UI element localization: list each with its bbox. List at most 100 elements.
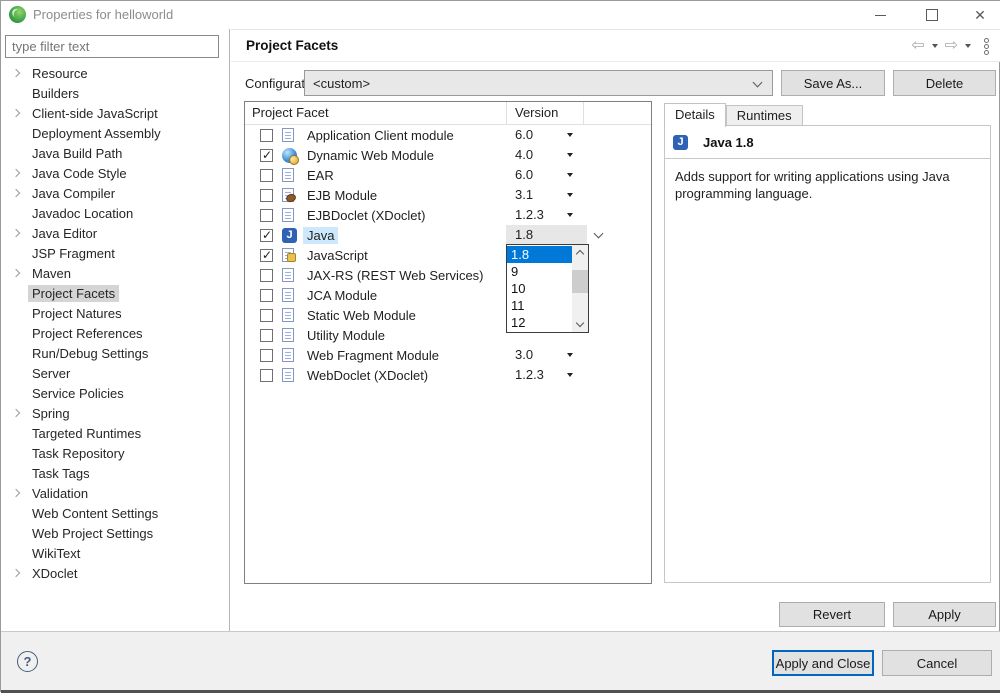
- back-arrow-icon[interactable]: ⇦: [911, 37, 924, 55]
- version-value: 3.1: [515, 185, 533, 205]
- column-header-project-facet[interactable]: Project Facet: [252, 105, 329, 120]
- checkbox[interactable]: [260, 269, 273, 282]
- forward-dropdown-icon[interactable]: [965, 44, 971, 48]
- sidebar-item-resource[interactable]: Resource: [1, 63, 229, 83]
- facet-row-javascript: JavaScript: [245, 245, 651, 265]
- version-option-12[interactable]: 12: [507, 314, 572, 331]
- sidebar-item-spring[interactable]: Spring: [1, 403, 229, 423]
- version-dropdown-arrow-icon[interactable]: [567, 373, 573, 377]
- sidebar-item-web-project-settings[interactable]: Web Project Settings: [1, 523, 229, 543]
- sidebar-item-server[interactable]: Server: [1, 363, 229, 383]
- checkbox[interactable]: [260, 369, 273, 382]
- minimize-button[interactable]: [869, 4, 891, 26]
- expand-chevron-icon[interactable]: [12, 109, 20, 117]
- sidebar-item-javadoc-location[interactable]: Javadoc Location: [1, 203, 229, 223]
- forward-arrow-icon[interactable]: ⇨: [945, 37, 958, 55]
- sidebar-item-jsp-fragment[interactable]: JSP Fragment: [1, 243, 229, 263]
- checkbox[interactable]: [260, 169, 273, 182]
- scrollbar-thumb[interactable]: [572, 270, 588, 293]
- save-as-button[interactable]: Save As...: [781, 70, 885, 96]
- help-icon[interactable]: ?: [17, 651, 38, 672]
- checkbox[interactable]: [260, 349, 273, 362]
- version-option-9[interactable]: 9: [507, 263, 572, 280]
- window-title: Properties for helloworld: [33, 7, 173, 22]
- facet-row-web-fragment-module: Web Fragment Module3.0: [245, 345, 651, 365]
- version-option-11[interactable]: 11: [507, 297, 572, 314]
- sidebar-item-project-references[interactable]: Project References: [1, 323, 229, 343]
- expand-chevron-icon[interactable]: [12, 569, 20, 577]
- version-dropdown-arrow-icon[interactable]: [567, 353, 573, 357]
- sidebar-item-label: Maven: [28, 265, 75, 282]
- filter-input[interactable]: [5, 35, 219, 58]
- back-dropdown-icon[interactable]: [932, 44, 938, 48]
- sidebar-item-validation[interactable]: Validation: [1, 483, 229, 503]
- checkbox[interactable]: [260, 129, 273, 142]
- sidebar-item-targeted-runtimes[interactable]: Targeted Runtimes: [1, 423, 229, 443]
- checkbox[interactable]: [260, 309, 273, 322]
- sidebar-item-wikitext[interactable]: WikiText: [1, 543, 229, 563]
- version-dropdown-arrow-icon[interactable]: [567, 133, 573, 137]
- column-header-version[interactable]: Version: [515, 105, 558, 120]
- version-dropdown-arrow-icon[interactable]: [567, 173, 573, 177]
- sidebar-item-task-tags[interactable]: Task Tags: [1, 463, 229, 483]
- configuration-combobox[interactable]: <custom>: [304, 70, 773, 96]
- sidebar-item-java-build-path[interactable]: Java Build Path: [1, 143, 229, 163]
- version-cell: 3.1: [506, 185, 652, 205]
- apply-and-close-button[interactable]: Apply and Close: [772, 650, 874, 676]
- sidebar-item-builders[interactable]: Builders: [1, 83, 229, 103]
- sidebar-item-java-editor[interactable]: Java Editor: [1, 223, 229, 243]
- checkbox[interactable]: [260, 209, 273, 222]
- expand-chevron-icon[interactable]: [12, 69, 20, 77]
- checkbox[interactable]: [260, 289, 273, 302]
- sidebar-item-project-facets[interactable]: Project Facets: [1, 283, 229, 303]
- java-icon: [282, 228, 297, 243]
- version-dropdown-arrow-icon[interactable]: [567, 213, 573, 217]
- version-dropdown-list: 1.89101112: [506, 244, 589, 333]
- sidebar-item-deployment-assembly[interactable]: Deployment Assembly: [1, 123, 229, 143]
- checkbox[interactable]: [260, 249, 273, 262]
- sidebar-item-xdoclet[interactable]: XDoclet: [1, 563, 229, 583]
- version-option-1-8[interactable]: 1.8: [507, 246, 572, 263]
- checkbox[interactable]: [260, 329, 273, 342]
- revert-button[interactable]: Revert: [779, 602, 885, 627]
- sidebar-item-java-code-style[interactable]: Java Code Style: [1, 163, 229, 183]
- sidebar-item-service-policies[interactable]: Service Policies: [1, 383, 229, 403]
- dropdown-scrollbar[interactable]: [572, 245, 588, 332]
- apply-button[interactable]: Apply: [893, 602, 996, 627]
- expand-chevron-icon[interactable]: [12, 189, 20, 197]
- sidebar-item-task-repository[interactable]: Task Repository: [1, 443, 229, 463]
- sidebar-item-java-compiler[interactable]: Java Compiler: [1, 183, 229, 203]
- scroll-down-icon[interactable]: [572, 317, 588, 332]
- version-option-10[interactable]: 10: [507, 280, 572, 297]
- facet-row-application-client-module: Application Client module6.0: [245, 125, 651, 145]
- cancel-button[interactable]: Cancel: [882, 650, 992, 676]
- tab-details[interactable]: Details: [664, 103, 726, 127]
- expand-chevron-icon[interactable]: [12, 229, 20, 237]
- sidebar-item-web-content-settings[interactable]: Web Content Settings: [1, 503, 229, 523]
- tab-runtimes[interactable]: Runtimes: [726, 105, 803, 126]
- expand-chevron-icon[interactable]: [12, 489, 20, 497]
- expand-chevron-icon[interactable]: [12, 169, 20, 177]
- file-icon: [282, 288, 294, 302]
- expand-chevron-icon[interactable]: [12, 409, 20, 417]
- sidebar-item-maven[interactable]: Maven: [1, 263, 229, 283]
- sidebar-item-run-debug-settings[interactable]: Run/Debug Settings: [1, 343, 229, 363]
- expand-chevron-icon[interactable]: [12, 269, 20, 277]
- checkbox[interactable]: [260, 229, 273, 242]
- facet-label: Application Client module: [303, 127, 458, 144]
- column-divider: [506, 102, 507, 125]
- delete-button[interactable]: Delete: [893, 70, 996, 96]
- scroll-up-icon[interactable]: [572, 245, 588, 260]
- version-cell: 1.8: [506, 225, 652, 245]
- version-dropdown-arrow-icon[interactable]: [567, 153, 573, 157]
- view-menu-icon[interactable]: [984, 38, 989, 55]
- close-button[interactable]: ✕: [969, 4, 991, 26]
- sidebar-item-client-side-javascript[interactable]: Client-side JavaScript: [1, 103, 229, 123]
- sidebar-item-project-natures[interactable]: Project Natures: [1, 303, 229, 323]
- maximize-button[interactable]: [921, 4, 943, 26]
- version-combobox[interactable]: 1.8: [506, 225, 587, 245]
- checkbox[interactable]: [260, 149, 273, 162]
- version-dropdown-arrow-icon[interactable]: [567, 193, 573, 197]
- chevron-down-icon[interactable]: [594, 229, 604, 239]
- checkbox[interactable]: [260, 189, 273, 202]
